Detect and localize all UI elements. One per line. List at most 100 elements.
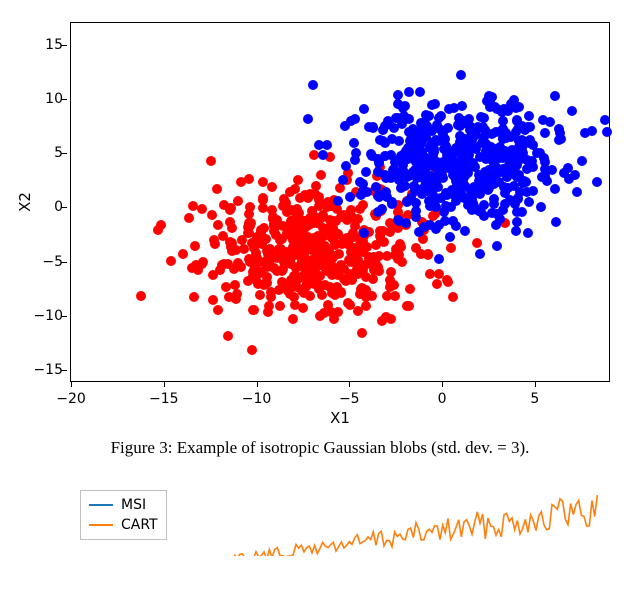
scatter-point [355,177,365,187]
scatter-point [414,135,424,145]
scatter-point [310,189,320,199]
scatter-point [423,249,433,259]
scatter-point [249,305,259,315]
scatter-point [338,175,348,185]
scatter-point [570,170,580,180]
scatter-point [511,226,521,236]
line-plot-cropped: 30 MSI CART [70,486,610,556]
scatter-point [460,226,470,236]
scatter-point [479,211,489,221]
scatter-point [226,242,236,252]
scatter-point [509,181,519,191]
scatter-point [371,240,381,250]
x-tick-label: −5 [339,391,360,407]
scatter-point [385,282,395,292]
scatter-point [233,258,243,268]
scatter-point [371,261,381,271]
scatter-point [464,134,474,144]
scatter-point [512,217,522,227]
scatter-point [542,176,552,186]
scatter-point [322,140,332,150]
scatter-point [405,284,415,294]
y-tick-label: 5 [25,145,63,161]
scatter-point [438,129,448,139]
scatter-point [288,314,298,324]
scatter-point [431,224,441,234]
scatter-point [446,243,456,253]
cart-series-line [200,495,597,556]
scatter-point [351,148,361,158]
scatter-point [346,116,356,126]
scatter-point [178,249,188,259]
scatter-point [309,218,319,228]
x-axis-label: X1 [330,409,350,427]
scatter-point [295,193,305,203]
scatter-point [587,126,597,136]
scatter-point [525,122,535,132]
scatter-point [424,196,434,206]
scatter-point [439,207,449,217]
scatter-point [415,87,425,97]
scatter-point [516,154,526,164]
scatter-point [522,164,532,174]
scatter-point [189,292,199,302]
scatter-point [393,99,403,109]
scatter-point [227,223,237,233]
scatter-point [539,153,549,163]
scatter-point [210,239,220,249]
scatter-point [356,284,366,294]
scatter-point [402,197,412,207]
scatter-point [318,230,328,240]
scatter-point [550,184,560,194]
scatter-point [224,292,234,302]
scatter-point [236,177,246,187]
scatter-point [523,228,533,238]
scatter-point [272,266,282,276]
scatter-point [524,197,534,207]
scatter-point [218,231,228,241]
scatter-point [448,170,458,180]
scatter-point [212,184,222,194]
scatter-point [359,228,369,238]
scatter-point [303,114,313,124]
scatter-point [423,181,433,191]
scatter-point [208,295,218,305]
scatter-point [221,282,231,292]
scatter-point [285,223,295,233]
scatter-point [476,112,486,122]
scatter-point [361,167,371,177]
scatter-point [432,279,442,289]
scatter-point [286,282,296,292]
scatter-point [477,138,487,148]
scatter-point [300,223,310,233]
scatter-point [401,146,411,156]
scatter-point [421,110,431,120]
scatter-point [602,127,612,137]
scatter-point [298,303,308,313]
scatter-point [437,170,447,180]
scatter-point [328,216,338,226]
scatter-point [258,193,268,203]
scatter-point [330,238,340,248]
scatter-point [600,115,610,125]
scatter-point [396,242,406,252]
scatter-point [213,305,223,315]
scatter-point [554,124,564,134]
scatter-point [327,270,337,280]
scatter-point [491,144,501,154]
y-tick-label: 15 [25,37,63,53]
scatter-point [455,137,465,147]
scatter-point [415,164,425,174]
scatter-point [252,232,262,242]
x-tick-label: −15 [149,391,179,407]
scatter-point [506,132,516,142]
scatter-point [322,202,332,212]
scatter-point [427,100,437,110]
scatter-point [237,235,247,245]
scatter-point [373,191,383,201]
scatter-point [197,259,207,269]
scatter-point [404,301,414,311]
scatter-point [404,87,414,97]
y-tick-label: 10 [25,91,63,107]
scatter-plot: X2 X1 −15−10−5051015−20−15−10−505 [70,22,610,382]
